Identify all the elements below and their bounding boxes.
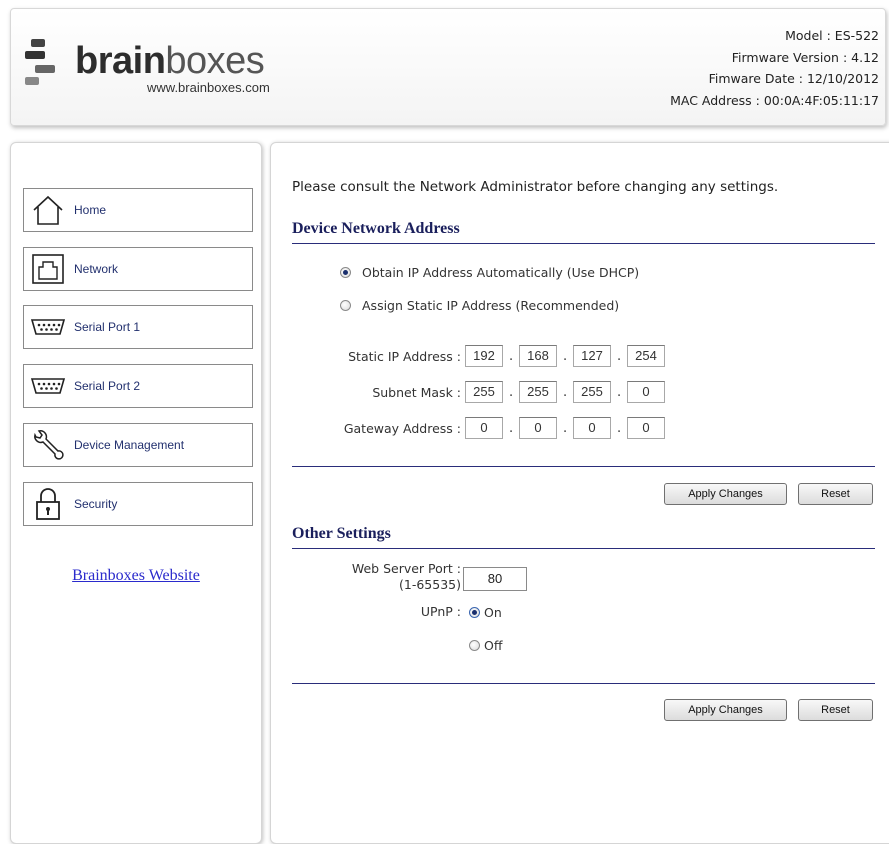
- section-divider: [292, 466, 875, 467]
- model-value: ES-522: [834, 28, 879, 43]
- header-panel: brainboxes www.brainboxes.com Model : ES…: [10, 8, 886, 126]
- apply-changes-button[interactable]: Apply Changes: [664, 483, 787, 505]
- gateway-octet-1[interactable]: 0: [465, 417, 503, 439]
- sidebar-item-home[interactable]: Home: [23, 188, 253, 232]
- static-ip-label: Assign Static IP Address (Recommended): [362, 298, 620, 313]
- subnet-octet-2[interactable]: 255: [519, 381, 557, 403]
- upnp-on-label: On: [484, 605, 502, 620]
- sidebar-item-serial-port-1[interactable]: Serial Port 1: [23, 305, 253, 349]
- gateway-octet-2[interactable]: 0: [519, 417, 557, 439]
- firmware-date-value: 12/10/2012: [806, 71, 879, 86]
- device-info: Model : ES-522 Firmware Version : 4.12 F…: [670, 25, 879, 111]
- ip-separator: .: [563, 421, 568, 436]
- firmware-version-row: Firmware Version : 4.12: [670, 47, 879, 69]
- static-ip-octet-3[interactable]: 127: [573, 345, 611, 367]
- model-row: Model : ES-522: [670, 25, 879, 47]
- static-ip-radio[interactable]: [340, 300, 351, 311]
- network-section-title: Device Network Address: [292, 220, 460, 237]
- firmware-date-row: Fimware Date : 12/10/2012: [670, 68, 879, 90]
- static-ip-octet-1[interactable]: 192: [465, 345, 503, 367]
- web-server-port-label-text: Web Server Port :: [351, 561, 461, 576]
- ip-separator: .: [617, 349, 622, 364]
- subnet-octet-1[interactable]: 255: [465, 381, 503, 403]
- gateway-octet-4[interactable]: 0: [627, 417, 665, 439]
- brand-url: www.brainboxes.com: [147, 80, 270, 95]
- dhcp-label: Obtain IP Address Automatically (Use DHC…: [362, 265, 640, 280]
- upnp-on-option[interactable]: On: [469, 605, 502, 620]
- brand-name: brainboxes: [75, 40, 265, 82]
- ip-separator: .: [509, 385, 514, 400]
- upnp-on-radio[interactable]: [469, 607, 480, 618]
- section-divider: [292, 243, 875, 244]
- gateway-octet-3[interactable]: 0: [573, 417, 611, 439]
- sidebar-item-network[interactable]: Network: [23, 247, 253, 291]
- web-server-port-range: (1-65535): [399, 577, 461, 592]
- sidebar-item-security[interactable]: Security: [23, 482, 253, 526]
- sidebar-item-label: Serial Port 1: [74, 320, 141, 334]
- sidebar-item-device-management[interactable]: Device Management: [23, 423, 253, 467]
- firmware-version-value: 4.12: [851, 49, 879, 65]
- section-divider: [292, 683, 875, 684]
- admin-notice: Please consult the Network Administrator…: [292, 179, 779, 195]
- sidebar: Home Network Serial Port 1 Serial Port 2…: [10, 142, 262, 844]
- other-settings-title: Other Settings: [292, 525, 391, 542]
- gateway-address-label: Gateway Address :: [343, 421, 461, 436]
- ip-separator: .: [563, 385, 568, 400]
- mac-address-value: 00:0A:4F:05:11:17: [763, 92, 879, 108]
- static-ip-address-label: Static IP Address :: [348, 349, 461, 364]
- sidebar-item-label: Security: [74, 497, 118, 511]
- firmware-version-label: Firmware Version :: [731, 49, 848, 65]
- ip-separator: .: [563, 349, 568, 364]
- sidebar-item-serial-port-2[interactable]: Serial Port 2: [23, 364, 253, 408]
- main-panel: Please consult the Network Administrator…: [270, 142, 889, 844]
- ip-separator: .: [509, 421, 514, 436]
- serial-port-icon: [30, 369, 66, 403]
- serial-port-icon: [30, 310, 66, 344]
- section-divider: [292, 548, 875, 549]
- network-port-icon: [30, 252, 66, 286]
- model-label: Model :: [785, 28, 831, 43]
- upnp-off-label: Off: [484, 638, 503, 653]
- brainboxes-logo-mark-icon: [25, 35, 73, 91]
- wrench-icon: [30, 428, 66, 462]
- dhcp-radio[interactable]: [340, 267, 351, 278]
- sidebar-item-label: Network: [74, 262, 119, 276]
- apply-changes-button[interactable]: Apply Changes: [664, 699, 787, 721]
- firmware-date-label: Fimware Date :: [708, 71, 803, 86]
- home-icon: [30, 193, 66, 227]
- subnet-mask-label: Subnet Mask :: [372, 385, 461, 400]
- subnet-octet-3[interactable]: 255: [573, 381, 611, 403]
- dhcp-option[interactable]: Obtain IP Address Automatically (Use DHC…: [340, 265, 639, 280]
- static-ip-octet-4[interactable]: 254: [627, 345, 665, 367]
- ip-separator: .: [617, 421, 622, 436]
- static-ip-option[interactable]: Assign Static IP Address (Recommended): [340, 298, 619, 313]
- web-server-port-input[interactable]: 80: [463, 567, 527, 591]
- reset-button[interactable]: Reset: [798, 699, 873, 721]
- reset-button[interactable]: Reset: [798, 483, 873, 505]
- ip-separator: .: [617, 385, 622, 400]
- static-ip-octet-2[interactable]: 168: [519, 345, 557, 367]
- ip-separator: .: [509, 349, 514, 364]
- subnet-octet-4[interactable]: 0: [627, 381, 665, 403]
- mac-address-label: MAC Address :: [670, 92, 760, 108]
- sidebar-item-label: Device Management: [74, 438, 185, 452]
- sidebar-item-label: Serial Port 2: [74, 379, 141, 393]
- sidebar-item-label: Home: [74, 203, 107, 217]
- web-server-port-label: Web Server Port : (1-65535): [352, 561, 461, 593]
- upnp-off-option[interactable]: Off: [469, 638, 502, 653]
- padlock-icon: [30, 487, 66, 521]
- mac-address-row: MAC Address : 00:0A:4F:05:11:17: [670, 90, 879, 112]
- upnp-label: UPnP :: [420, 604, 461, 619]
- upnp-off-radio[interactable]: [469, 640, 480, 651]
- brainboxes-logo: brainboxes www.brainboxes.com: [25, 35, 295, 99]
- brainboxes-website-link[interactable]: Brainboxes Website: [11, 567, 261, 585]
